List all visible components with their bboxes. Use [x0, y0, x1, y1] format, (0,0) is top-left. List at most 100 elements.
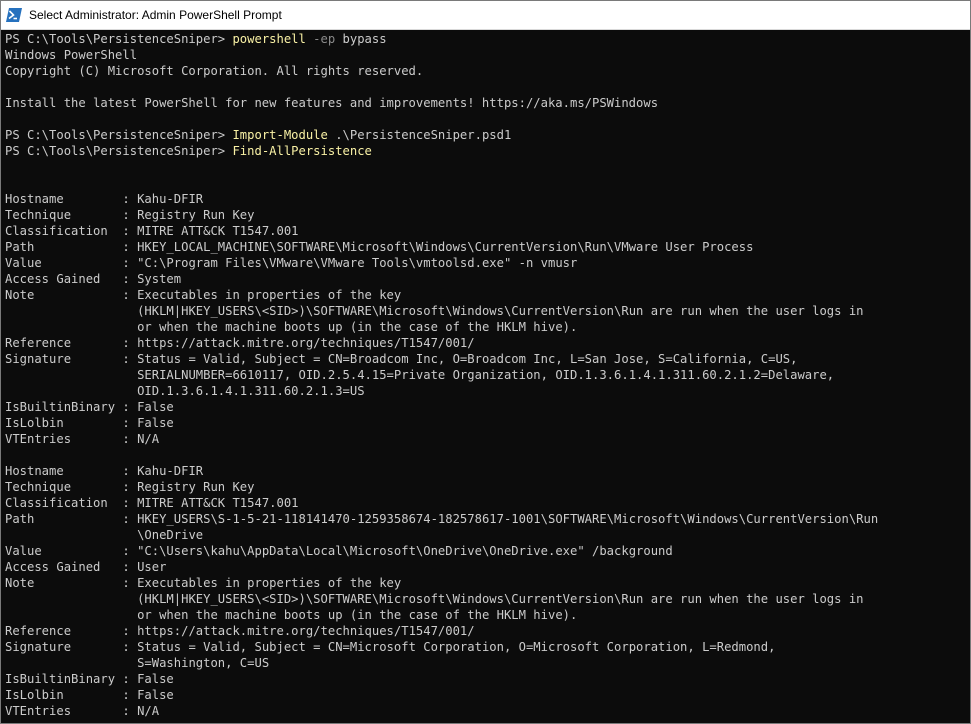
field-value: HKEY_LOCAL_MACHINE\SOFTWARE\Microsoft\Wi…	[137, 240, 754, 254]
field-value: HKEY_USERS\S-1-5-21-118141470-1259358674…	[137, 512, 879, 526]
field-label: IsBuiltinBinary :	[5, 400, 138, 414]
field-label: Classification :	[5, 224, 138, 238]
record-field-reference: Reference : https://attack.mitre.org/tec…	[5, 623, 970, 639]
field-label: IsLolbin :	[5, 416, 138, 430]
record-field-note: (HKLM|HKEY_USERS\<SID>)\SOFTWARE\Microso…	[5, 303, 970, 319]
field-value: Status = Valid, Subject = CN=Broadcom In…	[137, 352, 798, 366]
persistence-results: Hostname : Kahu-DFIR Technique : Registry…	[5, 191, 970, 719]
field-label: Hostname :	[5, 464, 138, 478]
record-field-note: or when the machine boots up (in the cas…	[5, 607, 970, 623]
field-label: IsBuiltinBinary :	[5, 672, 138, 686]
record-field-note: or when the machine boots up (in the cas…	[5, 319, 970, 335]
field-label	[5, 592, 137, 606]
field-label: Path :	[5, 240, 138, 254]
record-field-vt: VTEntries : N/A	[5, 703, 970, 719]
field-value: MITRE ATT&CK T1547.001	[137, 496, 299, 510]
field-label: Signature :	[5, 640, 138, 654]
field-label	[5, 656, 137, 670]
record-field-lolbin: IsLolbin : False	[5, 687, 970, 703]
field-label: Reference :	[5, 624, 138, 638]
field-value: Executables in properties of the key	[137, 576, 402, 590]
record-field-builtin: IsBuiltinBinary : False	[5, 671, 970, 687]
record-field-signature: Signature : Status = Valid, Subject = CN…	[5, 639, 970, 655]
field-value: or when the machine boots up (in the cas…	[137, 320, 578, 334]
field-value: N/A	[137, 432, 160, 446]
field-label: Signature :	[5, 352, 138, 366]
field-label: Note :	[5, 288, 138, 302]
field-value: Kahu-DFIR	[137, 464, 204, 478]
record-field-note: (HKLM|HKEY_USERS\<SID>)\SOFTWARE\Microso…	[5, 591, 970, 607]
record-field-note: Note : Executables in properties of the …	[5, 575, 970, 591]
command-line-2: PS C:\Tools\PersistenceSniper> Import-Mo…	[5, 127, 970, 143]
record-field-technique: Technique : Registry Run Key	[5, 207, 970, 223]
field-value: S=Washington, C=US	[137, 656, 270, 670]
command: Find-AllPersistence	[232, 144, 372, 158]
command: Import-Module	[232, 128, 328, 142]
powershell-window: Select Administrator: Admin PowerShell P…	[0, 0, 971, 724]
field-value: Registry Run Key	[137, 208, 255, 222]
field-value: False	[137, 400, 174, 414]
field-label: Classification :	[5, 496, 138, 510]
record-field-classification: Classification : MITRE ATT&CK T1547.001	[5, 495, 970, 511]
record-field-access: Access Gained : System	[5, 271, 970, 287]
field-value: User	[137, 560, 167, 574]
record-field-hostname: Hostname : Kahu-DFIR	[5, 463, 970, 479]
field-value: "C:\Users\kahu\AppData\Local\Microsoft\O…	[137, 544, 673, 558]
field-value: Executables in properties of the key	[137, 288, 402, 302]
parameter: -ep	[305, 32, 336, 46]
field-label	[5, 608, 137, 622]
prompt: PS C:\Tools\PersistenceSniper>	[5, 32, 233, 46]
field-value: (HKLM|HKEY_USERS\<SID>)\SOFTWARE\Microso…	[137, 592, 864, 606]
field-value: False	[137, 416, 174, 430]
field-label: Technique :	[5, 208, 138, 222]
field-value: False	[137, 672, 174, 686]
argument: bypass	[335, 32, 387, 46]
field-value: N/A	[137, 704, 160, 718]
record-field-path: Path : HKEY_USERS\S-1-5-21-118141470-125…	[5, 511, 970, 527]
field-label: Access Gained :	[5, 560, 138, 574]
field-value: https://attack.mitre.org/techniques/T154…	[137, 336, 475, 350]
field-label: Note :	[5, 576, 138, 590]
banner-line: Copyright (C) Microsoft Corporation. All…	[5, 64, 424, 78]
prompt: PS C:\Tools\PersistenceSniper>	[5, 128, 233, 142]
field-value: "C:\Program Files\VMware\VMware Tools\vm…	[137, 256, 578, 270]
record-field-path: Path : HKEY_LOCAL_MACHINE\SOFTWARE\Micro…	[5, 239, 970, 255]
record-field-signature: Signature : Status = Valid, Subject = CN…	[5, 351, 970, 367]
banner-line: Install the latest PowerShell for new fe…	[5, 96, 659, 110]
field-label: Path :	[5, 512, 138, 526]
record-field-technique: Technique : Registry Run Key	[5, 479, 970, 495]
record-field-signature: S=Washington, C=US	[5, 655, 970, 671]
powershell-icon	[6, 7, 22, 23]
field-label: Hostname :	[5, 192, 138, 206]
title-bar[interactable]: Select Administrator: Admin PowerShell P…	[1, 1, 970, 30]
field-label: VTEntries :	[5, 432, 138, 446]
prompt: PS C:\Tools\PersistenceSniper>	[5, 144, 233, 158]
field-value: Status = Valid, Subject = CN=Microsoft C…	[137, 640, 776, 654]
field-value: Registry Run Key	[137, 480, 255, 494]
record-field-reference: Reference : https://attack.mitre.org/tec…	[5, 335, 970, 351]
banner-line: Windows PowerShell	[5, 48, 138, 62]
field-value: https://attack.mitre.org/techniques/T154…	[137, 624, 475, 638]
field-value: or when the machine boots up (in the cas…	[137, 608, 578, 622]
field-label: Access Gained :	[5, 272, 138, 286]
field-value: (HKLM|HKEY_USERS\<SID>)\SOFTWARE\Microso…	[137, 304, 864, 318]
field-value: System	[137, 272, 182, 286]
command: powershell	[232, 32, 306, 46]
field-label	[5, 384, 137, 398]
field-value: Kahu-DFIR	[137, 192, 204, 206]
field-value: SERIALNUMBER=6610117, OID.2.5.4.15=Priva…	[137, 368, 835, 382]
record-field-builtin: IsBuiltinBinary : False	[5, 399, 970, 415]
record-field-signature: OID.1.3.6.1.4.1.311.60.2.1.3=US	[5, 383, 970, 399]
field-label: IsLolbin :	[5, 688, 138, 702]
record-field-note: Note : Executables in properties of the …	[5, 287, 970, 303]
argument: .\PersistenceSniper.psd1	[327, 128, 512, 142]
record-field-value: Value : "C:\Program Files\VMware\VMware …	[5, 255, 970, 271]
field-label	[5, 320, 137, 334]
command-line-3: PS C:\Tools\PersistenceSniper> Find-AllP…	[5, 143, 970, 159]
field-label	[5, 368, 137, 382]
console-output[interactable]: PS C:\Tools\PersistenceSniper> powershel…	[5, 31, 970, 723]
field-label	[5, 528, 137, 542]
record-field-lolbin: IsLolbin : False	[5, 415, 970, 431]
field-label: Technique :	[5, 480, 138, 494]
field-label: Value :	[5, 544, 138, 558]
